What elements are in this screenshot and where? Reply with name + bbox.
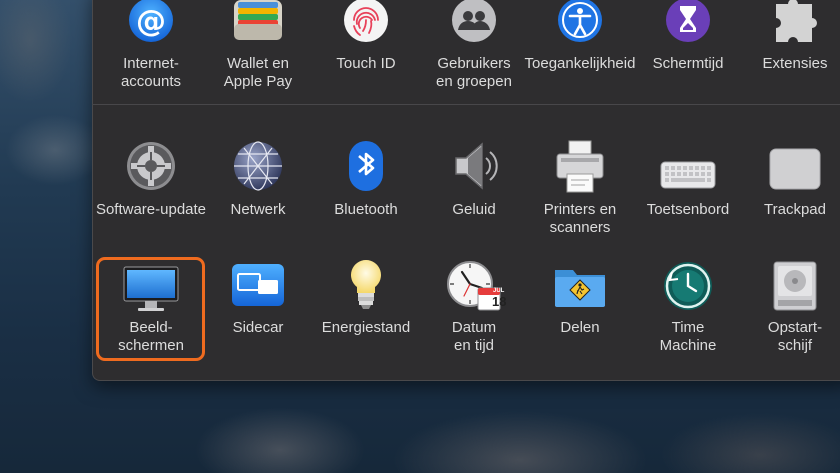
pane-bluetooth[interactable]: Bluetooth — [306, 140, 426, 235]
svg-text:@: @ — [136, 4, 166, 39]
fingerprint-icon — [344, 0, 388, 42]
row-divider — [92, 104, 840, 105]
pane-printers-scanners[interactable]: Printers en scanners — [520, 140, 640, 236]
printer-icon — [556, 140, 604, 193]
trackpad-icon — [769, 148, 821, 190]
accessibility-icon — [558, 0, 602, 42]
pane-energy-saver[interactable]: Energiestand — [306, 258, 426, 358]
pane-software-update[interactable]: Software-update — [91, 140, 211, 235]
pane-label: Internet- accounts — [120, 55, 182, 90]
pane-screen-time[interactable]: Schermtijd — [628, 0, 748, 95]
pane-label: Delen — [560, 319, 600, 336]
pane-extensions[interactable]: Extensies — [735, 0, 840, 95]
puzzle-icon — [776, 0, 817, 42]
pane-users-groups[interactable]: Gebruikers en groepen — [414, 0, 534, 95]
keyboard-icon — [660, 161, 716, 189]
globe-icon — [234, 141, 282, 191]
hourglass-icon — [666, 0, 710, 42]
bluetooth-icon — [349, 141, 383, 191]
pane-trackpad[interactable]: Trackpad — [735, 140, 840, 235]
time-machine-icon — [664, 262, 712, 310]
pane-sidecar[interactable]: Sidecar — [198, 258, 318, 358]
pane-keyboard[interactable]: Toetsenbord — [628, 140, 748, 235]
gear-icon — [127, 142, 175, 190]
displays-highlight-box — [96, 257, 205, 361]
pane-date-time[interactable]: JUL 18 Datum en tijd — [414, 258, 534, 358]
hard-disk-icon — [773, 261, 817, 311]
pane-label: Datum en tijd — [451, 319, 497, 354]
pane-internet-accounts[interactable]: @ Internet- accounts — [91, 0, 211, 95]
pane-label: Opstart- schijf — [767, 319, 823, 354]
pane-wallet-apple-pay[interactable]: Wallet en Apple Pay — [198, 0, 318, 95]
at-sign-icon: @ — [129, 0, 173, 42]
pane-time-machine[interactable]: Time Machine — [628, 258, 748, 358]
speaker-icon — [455, 142, 498, 190]
pane-sound[interactable]: Geluid — [414, 140, 534, 235]
pane-label: Trackpad — [764, 201, 826, 218]
pane-label: Netwerk — [230, 201, 286, 218]
shared-folder-icon — [555, 270, 605, 307]
pane-label: Time Machine — [659, 319, 717, 354]
calendar-day: 18 — [492, 294, 507, 309]
pane-sharing[interactable]: Delen — [520, 258, 640, 358]
users-icon — [452, 0, 496, 42]
lightbulb-icon — [351, 260, 381, 309]
pane-label: Touch ID — [336, 55, 396, 72]
pane-label: Extensies — [762, 55, 828, 72]
wallet-icon — [234, 0, 282, 40]
pane-accessibility[interactable]: Toegankelijkheid — [520, 0, 640, 95]
pane-label: Printers en scanners — [543, 201, 617, 236]
pane-network[interactable]: Netwerk — [198, 140, 318, 235]
pane-touch-id[interactable]: Touch ID — [306, 0, 426, 95]
pane-startup-disk[interactable]: Opstart- schijf — [735, 258, 840, 358]
pane-label: Geluid — [452, 201, 496, 218]
pane-label: Bluetooth — [334, 201, 398, 218]
pane-label: Wallet en Apple Pay — [223, 55, 293, 90]
pane-label: Schermtijd — [652, 55, 724, 72]
sidecar-icon — [232, 264, 284, 306]
pane-label: Toetsenbord — [646, 201, 730, 218]
